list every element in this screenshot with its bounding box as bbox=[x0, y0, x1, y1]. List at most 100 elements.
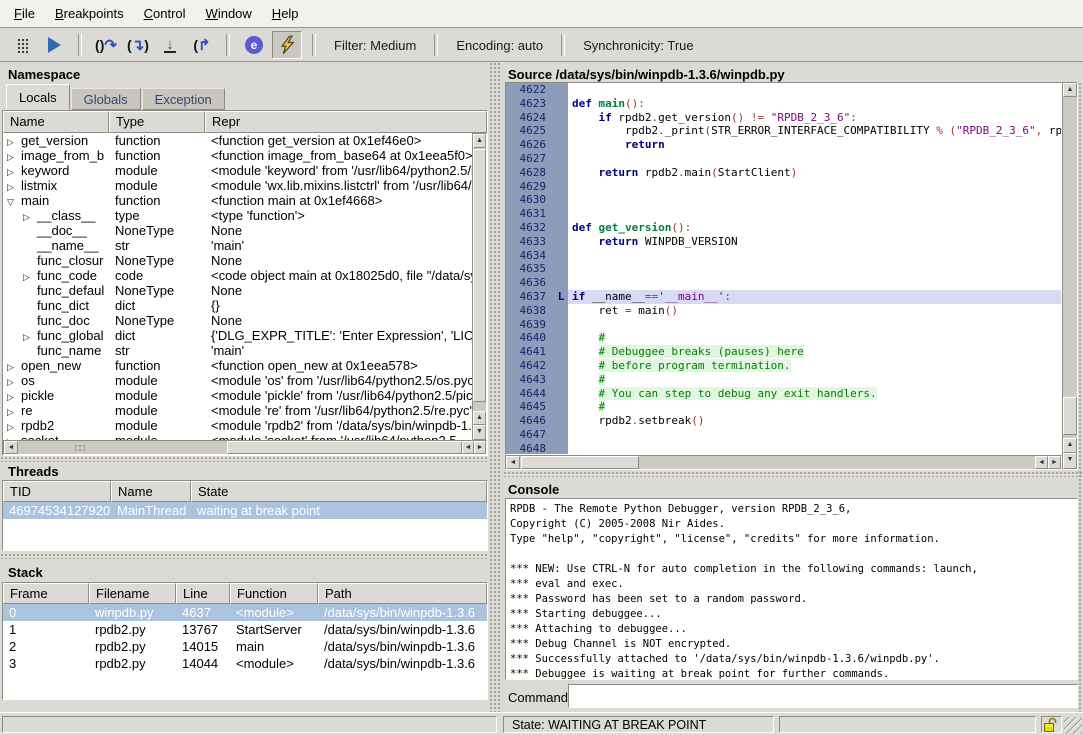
tree-expand-arrow[interactable]: ▷ bbox=[23, 332, 37, 343]
scroll-left-arrow[interactable]: ◄ bbox=[462, 441, 474, 454]
column-header-path[interactable]: Path bbox=[318, 583, 487, 604]
menu-control[interactable]: Control bbox=[134, 2, 196, 25]
menu-breakpoints[interactable]: Breakpoints bbox=[45, 2, 134, 25]
namespace-row-main[interactable]: ▽mainfunction<function main at 0x1ef4668… bbox=[3, 193, 487, 208]
column-header-state[interactable]: State bbox=[191, 481, 487, 502]
source-line-4638[interactable]: 4638 ret = main() bbox=[506, 304, 1061, 318]
namespace-row-rpdb2[interactable]: ▷rpdb2module<module 'rpdb2' from '/data/… bbox=[3, 418, 487, 433]
scroll-down-arrow[interactable]: ▼ bbox=[473, 425, 486, 440]
scroll-left-arrow[interactable]: ◄ bbox=[4, 441, 18, 454]
source-line-4644[interactable]: 4644 # You can step to debug any exit ha… bbox=[506, 387, 1061, 401]
source-line-4641[interactable]: 4641 # Debuggee breaks (pauses) here bbox=[506, 345, 1061, 359]
namespace-row-socket[interactable]: ▷socketmodule<module 'socket' from '/usr… bbox=[3, 433, 487, 440]
source-line-4639[interactable]: 4639 bbox=[506, 318, 1061, 332]
namespace-row-keyword[interactable]: ▷keywordmodule<module 'keyword' from '/u… bbox=[3, 163, 487, 178]
namespace-row-os[interactable]: ▷osmodule<module 'os' from '/usr/lib64/p… bbox=[3, 373, 487, 388]
source-line-4647[interactable]: 4647 bbox=[506, 428, 1061, 442]
scroll-up-arrow[interactable]: ▲ bbox=[1063, 83, 1077, 97]
scroll-left-arrow[interactable]: ◄ bbox=[506, 456, 520, 469]
namespace-row-__doc__[interactable]: __doc__NoneTypeNone bbox=[3, 223, 487, 238]
namespace-row-func_defaul[interactable]: func_defaulNoneTypeNone bbox=[3, 283, 487, 298]
column-header-frame[interactable]: Frame bbox=[3, 583, 89, 604]
menu-window[interactable]: Window bbox=[196, 2, 262, 25]
source-line-4630[interactable]: 4630 bbox=[506, 193, 1061, 207]
synchronicity-button[interactable] bbox=[272, 31, 302, 59]
source-line-4640[interactable]: 4640 # bbox=[506, 331, 1061, 345]
namespace-row-__class__[interactable]: ▷__class__type<type 'function'> bbox=[3, 208, 487, 223]
tab-locals[interactable]: Locals bbox=[6, 84, 70, 110]
source-vscrollbar[interactable]: ▲ ▲ ▼ bbox=[1062, 82, 1078, 470]
source-line-4636[interactable]: 4636 bbox=[506, 276, 1061, 290]
source-line-4646[interactable]: 4646 rpdb2.setbreak() bbox=[506, 414, 1061, 428]
menu-help[interactable]: Help bbox=[262, 2, 309, 25]
source-line-4622[interactable]: 4622 bbox=[506, 83, 1061, 97]
namespace-row-listmix[interactable]: ▷listmixmodule<module 'wx.lib.mixins.lis… bbox=[3, 178, 487, 193]
source-line-4626[interactable]: 4626 return bbox=[506, 138, 1061, 152]
source-line-4628[interactable]: 4628 return rpdb2.main(StartClient) bbox=[506, 166, 1061, 180]
tree-expand-arrow[interactable]: ▷ bbox=[7, 377, 21, 388]
source-hscrollbar[interactable]: ◄ ◄ ► bbox=[505, 455, 1062, 470]
source-line-4648[interactable]: 4648 bbox=[506, 442, 1061, 455]
sash-handle-vertical[interactable] bbox=[489, 62, 502, 712]
break-button[interactable] bbox=[8, 32, 36, 58]
scroll-thumb[interactable] bbox=[227, 441, 462, 454]
tree-expand-arrow[interactable]: ▷ bbox=[7, 137, 21, 148]
scroll-right-arrow[interactable]: ► bbox=[1048, 456, 1061, 469]
column-header-filename[interactable]: Filename bbox=[89, 583, 176, 604]
scroll-up-arrow[interactable]: ▲ bbox=[473, 134, 486, 148]
sash-handle[interactable] bbox=[0, 456, 488, 462]
scroll-down-arrow[interactable]: ▼ bbox=[1063, 453, 1077, 469]
sash-handle[interactable] bbox=[0, 553, 488, 559]
resize-grip[interactable] bbox=[1064, 717, 1082, 734]
source-line-4625[interactable]: 4625 rpdb2._print(STR_ERROR_INTERFACE_CO… bbox=[506, 124, 1061, 138]
scroll-thumb[interactable] bbox=[521, 456, 639, 469]
source-line-4643[interactable]: 4643 # bbox=[506, 373, 1061, 387]
stack-frame-row-2[interactable]: 2rpdb2.py14015main/data/sys/bin/winpdb-1… bbox=[3, 638, 487, 655]
column-header-repr[interactable]: Repr bbox=[205, 111, 487, 133]
tree-expand-arrow[interactable]: ▷ bbox=[7, 152, 21, 163]
scroll-thumb[interactable] bbox=[1063, 397, 1077, 435]
column-header-tid[interactable]: TID bbox=[3, 481, 111, 502]
scroll-right-arrow[interactable]: ► bbox=[474, 441, 486, 454]
source-line-4631[interactable]: 4631 bbox=[506, 207, 1061, 221]
namespace-row-pickle[interactable]: ▷picklemodule<module 'pickle' from '/usr… bbox=[3, 388, 487, 403]
go-button[interactable] bbox=[40, 32, 68, 58]
command-input[interactable] bbox=[568, 684, 1078, 708]
step-out-button[interactable]: (↱ bbox=[188, 32, 216, 58]
source-code-area[interactable]: 46224623def main():4624 if rpdb2.get_ver… bbox=[505, 82, 1062, 455]
tab-globals[interactable]: Globals bbox=[71, 88, 141, 110]
source-line-4642[interactable]: 4642 # before program termination. bbox=[506, 359, 1061, 373]
sash-handle-vertical[interactable] bbox=[1078, 82, 1083, 712]
column-header-type[interactable]: Type bbox=[109, 111, 205, 133]
namespace-row-open_new[interactable]: ▷open_newfunction<function open_new at 0… bbox=[3, 358, 487, 373]
stack-frame-row-3[interactable]: 3rpdb2.py14044<module>/data/sys/bin/winp… bbox=[3, 655, 487, 672]
tree-collapse-arrow[interactable]: ▽ bbox=[7, 197, 21, 208]
column-header-line[interactable]: Line bbox=[176, 583, 230, 604]
tree-expand-arrow[interactable]: ▷ bbox=[7, 407, 21, 418]
namespace-row-__name__[interactable]: __name__str'main' bbox=[3, 238, 487, 253]
source-line-4623[interactable]: 4623def main(): bbox=[506, 97, 1061, 111]
tab-exception[interactable]: Exception bbox=[142, 88, 225, 110]
source-line-4632[interactable]: 4632def get_version(): bbox=[506, 221, 1061, 235]
source-line-4634[interactable]: 4634 bbox=[506, 249, 1061, 263]
tree-expand-arrow[interactable]: ▷ bbox=[7, 167, 21, 178]
source-line-4629[interactable]: 4629 bbox=[506, 180, 1061, 194]
source-line-4645[interactable]: 4645 # bbox=[506, 400, 1061, 414]
namespace-row-func_global[interactable]: ▷func_globaldict{'DLG_EXPR_TITLE': 'Ente… bbox=[3, 328, 487, 343]
source-line-4637[interactable]: 4637Lif __name__=='__main__': bbox=[506, 290, 1061, 304]
namespace-row-func_code[interactable]: ▷func_codecode<code object main at 0x180… bbox=[3, 268, 487, 283]
scroll-thumb[interactable] bbox=[473, 149, 486, 402]
scroll-up-arrow[interactable]: ▲ bbox=[473, 411, 486, 425]
thread-row-0[interactable]: 46974534127920MainThreadwaiting at break… bbox=[3, 502, 487, 519]
namespace-row-re[interactable]: ▷remodule<module 're' from '/usr/lib64/p… bbox=[3, 403, 487, 418]
tree-expand-arrow[interactable]: ▷ bbox=[7, 362, 21, 373]
column-header-function[interactable]: Function bbox=[230, 583, 318, 604]
sash-handle[interactable] bbox=[503, 471, 1083, 477]
column-header-name[interactable]: Name bbox=[3, 111, 109, 133]
namespace-row-get_version[interactable]: ▷get_versionfunction<function get_versio… bbox=[3, 133, 487, 148]
scroll-up-arrow[interactable]: ▲ bbox=[1063, 438, 1077, 453]
namespace-hscrollbar[interactable]: ◄ ◄ ► bbox=[3, 440, 487, 455]
step-into-button[interactable]: (↴) bbox=[124, 32, 152, 58]
namespace-row-func_name[interactable]: func_namestr'main' bbox=[3, 343, 487, 358]
tree-expand-arrow[interactable]: ▷ bbox=[7, 392, 21, 403]
